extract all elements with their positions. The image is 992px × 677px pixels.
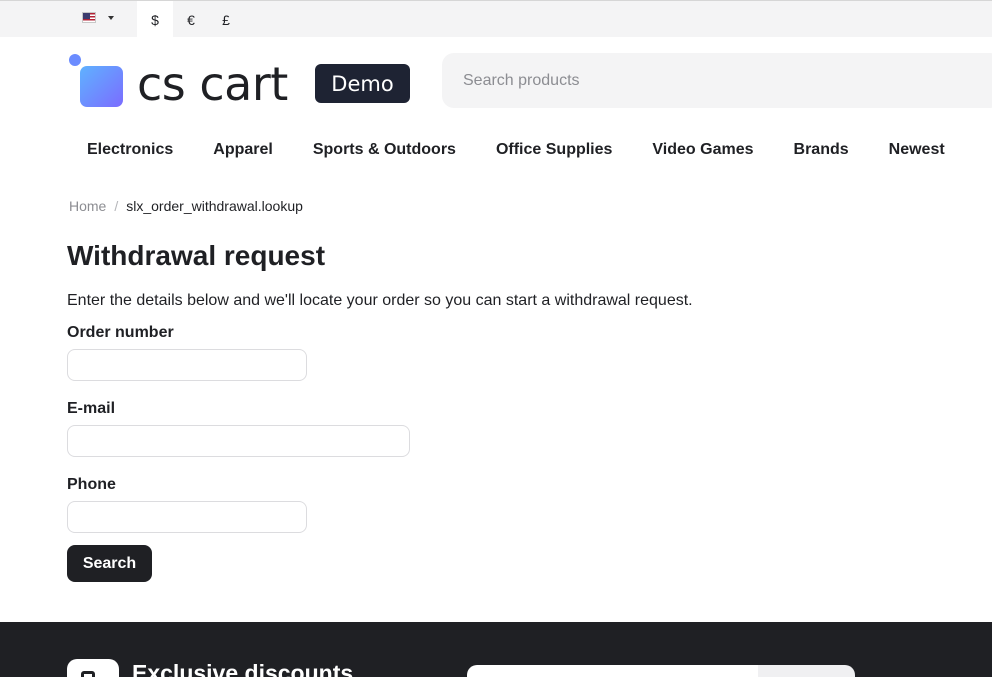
nav-item-video-games[interactable]: Video Games xyxy=(652,141,753,159)
newsletter-email-input[interactable] xyxy=(467,665,758,677)
search-input[interactable] xyxy=(442,53,992,108)
currency-gbp[interactable]: £ xyxy=(208,1,244,38)
order-number-label: Order number xyxy=(67,324,174,341)
search-box xyxy=(442,53,992,108)
discount-icon xyxy=(67,659,119,677)
phone-label: Phone xyxy=(67,476,116,493)
language-selector[interactable] xyxy=(82,12,114,23)
logo-mark xyxy=(80,66,123,107)
footer-newsletter: Exclusive discounts xyxy=(0,622,992,677)
us-flag-icon xyxy=(82,12,96,23)
logo-badge: Demo xyxy=(315,64,410,103)
breadcrumb-home-link[interactable]: Home xyxy=(69,198,106,214)
breadcrumb-separator: / xyxy=(114,198,119,214)
footer-title: Exclusive discounts xyxy=(132,660,354,677)
newsletter-subscribe-button[interactable] xyxy=(758,665,855,677)
main-nav: Electronics Apparel Sports & Outdoors Of… xyxy=(87,141,945,159)
page-title: Withdrawal request xyxy=(67,240,326,271)
nav-item-brands[interactable]: Brands xyxy=(794,141,849,159)
currency-usd[interactable]: $ xyxy=(137,1,173,38)
logo-dot xyxy=(69,54,81,66)
order-number-field[interactable] xyxy=(67,349,307,381)
nav-item-apparel[interactable]: Apparel xyxy=(213,141,273,159)
nav-item-newest[interactable]: Newest xyxy=(889,141,945,159)
page-intro: Enter the details below and we'll locate… xyxy=(67,292,693,309)
breadcrumb: Home / slx_order_withdrawal.lookup xyxy=(69,198,303,214)
phone-field[interactable] xyxy=(67,501,307,533)
nav-item-office-supplies[interactable]: Office Supplies xyxy=(496,141,612,159)
search-button[interactable]: Search xyxy=(67,545,152,582)
email-label: E-mail xyxy=(67,400,116,417)
nav-item-electronics[interactable]: Electronics xyxy=(87,141,173,159)
nav-item-sports-outdoors[interactable]: Sports & Outdoors xyxy=(313,141,456,159)
top-bar: $ € £ xyxy=(0,0,992,38)
store-logo[interactable]: cs cart Demo xyxy=(67,52,417,112)
logo-text: cs cart xyxy=(137,57,288,111)
email-field[interactable] xyxy=(67,425,410,457)
breadcrumb-current: slx_order_withdrawal.lookup xyxy=(126,198,303,214)
currency-eur[interactable]: € xyxy=(173,1,209,38)
chevron-down-icon xyxy=(108,15,114,20)
